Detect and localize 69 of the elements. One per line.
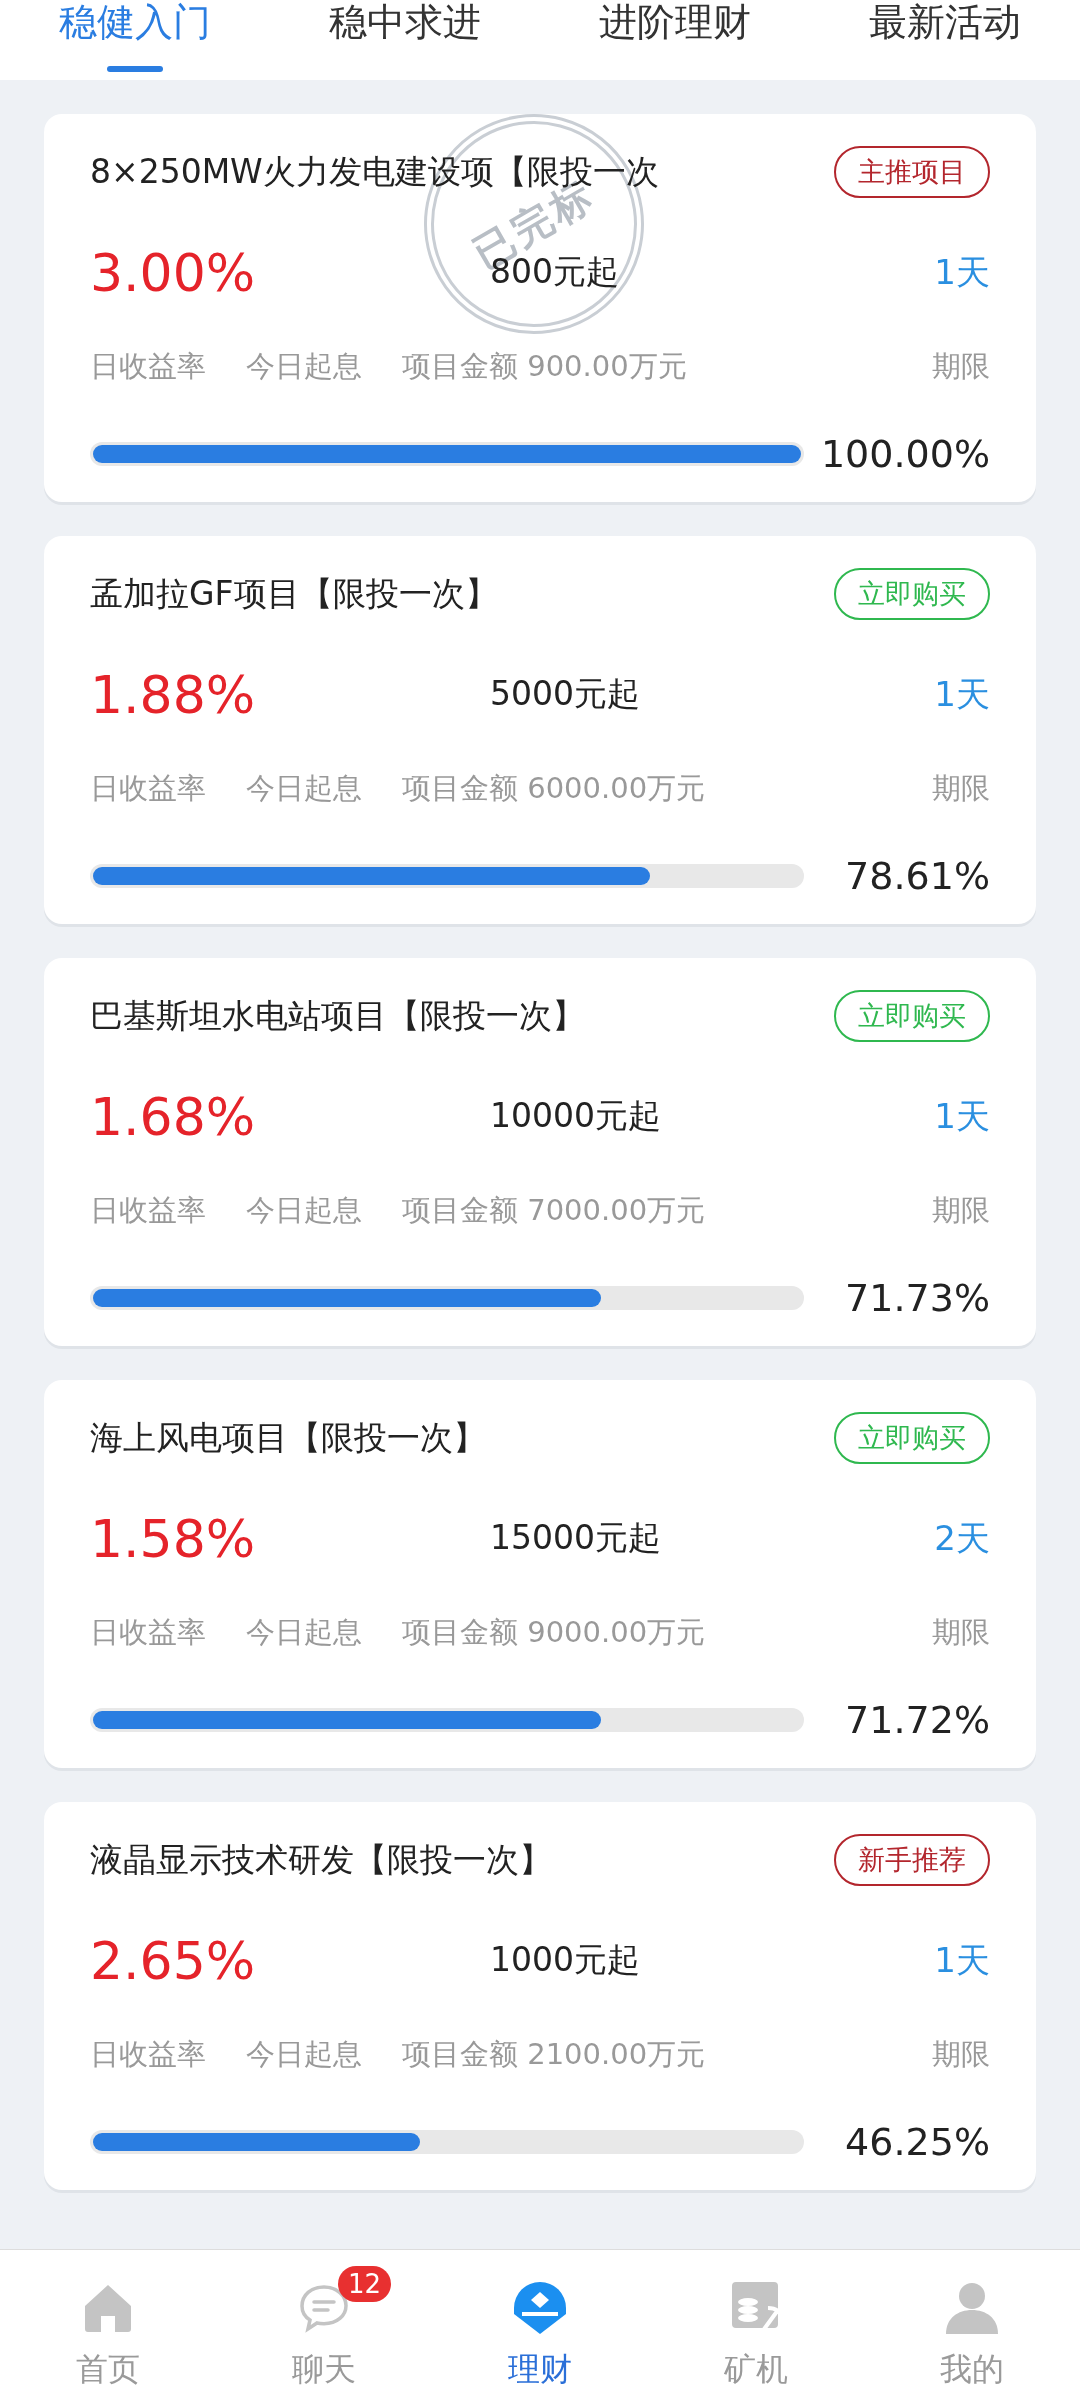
term-value: 1天	[934, 1094, 990, 1138]
minimum-amount: 10000元起	[490, 1095, 661, 1138]
term-label: 期限	[932, 1614, 990, 1652]
rate-label: 日收益率	[90, 2036, 206, 2074]
minimum-amount: 5000元起	[490, 673, 640, 716]
nav-item[interactable]: 12 聊天	[249, 2258, 399, 2392]
interest-label: 今日起息	[246, 770, 362, 808]
nav-label: 理财	[508, 2349, 572, 2390]
rate-label: 日收益率	[90, 1614, 206, 1652]
rate-value: 1.88%	[90, 664, 257, 725]
nav-label: 矿机	[724, 2349, 788, 2390]
rate-value: 1.68%	[90, 1086, 257, 1147]
product-card[interactable]: 已完标 8×250MW火力发电建设项【限投一次 主推项目 3.00% 800元起 1天 日收益率 今日起息 项目金额 900.00万元 期限 100.00%	[44, 114, 1036, 502]
interest-label: 今日起息	[246, 2036, 362, 2074]
product-title: 孟加拉GF项目【限投一次】	[90, 572, 498, 615]
term-value: 1天	[934, 672, 990, 716]
nav-label: 首页	[76, 2349, 140, 2390]
term-label: 期限	[932, 1192, 990, 1230]
term-label: 期限	[932, 2036, 990, 2074]
person-icon	[944, 2280, 1000, 2336]
product-title: 巴基斯坦水电站项目【限投一次】	[90, 994, 585, 1037]
tab[interactable]: 进阶理财	[599, 0, 751, 72]
tab[interactable]: 最新活动	[869, 0, 1021, 72]
product-title: 液晶显示技术研发【限投一次】	[90, 1838, 552, 1881]
progress-percent: 100.00%	[820, 431, 990, 476]
interest-label: 今日起息	[246, 1614, 362, 1652]
project-amount: 项目金额 900.00万元	[402, 348, 687, 386]
project-amount: 项目金额 7000.00万元	[402, 1192, 706, 1230]
term-label: 期限	[932, 348, 990, 386]
rate-label: 日收益率	[90, 770, 206, 808]
rate-label: 日收益率	[90, 348, 206, 386]
term-label: 期限	[932, 770, 990, 808]
product-card[interactable]: 巴基斯坦水电站项目【限投一次】 立即购买 1.68% 10000元起 1天 日收益率 今日起息 项目金额 7000.00万元 期限 71.73%	[44, 958, 1036, 1346]
product-tag: 主推项目	[834, 146, 990, 198]
progress-percent: 71.72%	[845, 1697, 990, 1742]
term-value: 2天	[934, 1516, 990, 1560]
nav-label: 我的	[940, 2349, 1004, 2390]
home-icon	[82, 2282, 134, 2334]
tab[interactable]: 稳健入门	[59, 0, 211, 72]
project-amount: 项目金额 6000.00万元	[402, 770, 706, 808]
interest-label: 今日起息	[246, 1192, 362, 1230]
rate-value: 3.00%	[90, 242, 257, 303]
product-title: 海上风电项目【限投一次】	[90, 1416, 486, 1459]
finance-icon	[512, 2280, 568, 2336]
minimum-amount: 15000元起	[490, 1517, 661, 1560]
progress-percent: 71.73%	[845, 1275, 990, 1320]
term-value: 1天	[934, 1938, 990, 1982]
minimum-amount: 1000元起	[490, 1939, 640, 1982]
nav-label: 聊天	[292, 2349, 356, 2390]
unread-badge: 12	[338, 2266, 392, 2302]
interest-label: 今日起息	[246, 348, 362, 386]
nav-item[interactable]: 理财	[465, 2258, 615, 2392]
product-tag: 立即购买	[834, 990, 990, 1042]
chat-icon	[298, 2282, 350, 2334]
product-card[interactable]: 液晶显示技术研发【限投一次】 新手推荐 2.65% 1000元起 1天 日收益率 今日起息 项目金额 2100.00万元 期限 46.25%	[44, 1802, 1036, 2190]
product-tag: 立即购买	[834, 568, 990, 620]
product-tag: 立即购买	[834, 1412, 990, 1464]
tab[interactable]: 稳中求进	[329, 0, 481, 72]
rate-value: 1.58%	[90, 1508, 257, 1569]
rate-label: 日收益率	[90, 1192, 206, 1230]
rate-value: 2.65%	[90, 1930, 257, 1991]
progress-percent: 46.25%	[845, 2119, 990, 2164]
product-tag: 新手推荐	[834, 1834, 990, 1886]
project-amount: 项目金额 9000.00万元	[402, 1614, 706, 1652]
product-card[interactable]: 孟加拉GF项目【限投一次】 立即购买 1.88% 5000元起 1天 日收益率 今日起息 项目金额 6000.00万元 期限 78.61%	[44, 536, 1036, 924]
progress-percent: 78.61%	[845, 853, 990, 898]
product-card[interactable]: 海上风电项目【限投一次】 立即购买 1.58% 15000元起 2天 日收益率 今日起息 项目金额 9000.00万元 期限 71.72%	[44, 1380, 1036, 1768]
term-value: 1天	[934, 250, 990, 294]
project-amount: 项目金额 2100.00万元	[402, 2036, 706, 2074]
